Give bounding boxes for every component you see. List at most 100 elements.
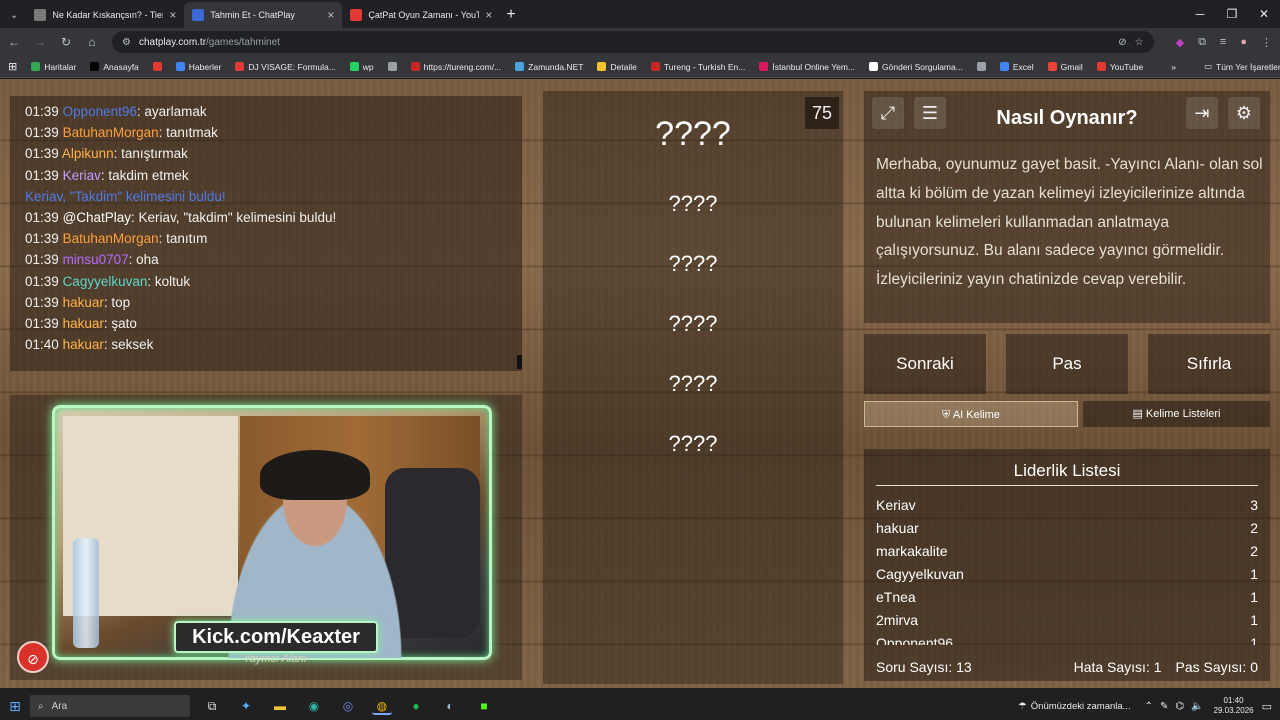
leaderboard-divider bbox=[876, 485, 1258, 486]
menu-icon[interactable]: ⋮ bbox=[1261, 36, 1272, 49]
bookmark-star-icon[interactable]: ☆ bbox=[1135, 37, 1144, 48]
bookmark-label: Haritalar bbox=[44, 61, 77, 72]
ai-word-tab[interactable]: ⛨ AI Kelime bbox=[864, 401, 1078, 427]
chat-username: BatuhanMorgan bbox=[62, 125, 159, 141]
player-score: 1 bbox=[1250, 635, 1258, 645]
word-lists-tab[interactable]: ▤ Kelime Listeleri bbox=[1083, 401, 1270, 427]
network-icon[interactable]: ⌬ bbox=[1175, 701, 1184, 712]
discord-icon[interactable]: ◎ bbox=[338, 697, 358, 715]
bookmark-favicon-icon bbox=[235, 62, 245, 71]
forward-icon[interactable]: → bbox=[34, 35, 46, 49]
close-icon[interactable]: × bbox=[327, 8, 334, 22]
sidebar-icon[interactable]: ≡ bbox=[1220, 36, 1226, 48]
forbidden-word: ???? bbox=[668, 371, 718, 396]
bookmark-item[interactable]: wp bbox=[349, 62, 374, 72]
player-name: markakalite bbox=[876, 543, 948, 559]
bookmark-item[interactable]: Excel bbox=[999, 62, 1034, 72]
url-host: chatplay.com.tr bbox=[138, 36, 207, 48]
address-bar[interactable]: ⚙ chatplay.com.tr/games/tahminet ⊘ ☆ bbox=[112, 31, 1154, 53]
bookmark-item[interactable]: Anasayfa bbox=[90, 62, 139, 72]
reload-icon[interactable]: ↻ bbox=[60, 35, 72, 49]
player-name: Opponent96 bbox=[876, 635, 954, 645]
eye-off-icon[interactable]: ⊘ bbox=[1118, 37, 1126, 48]
pen-icon[interactable]: ✎ bbox=[1160, 701, 1168, 712]
minimize-icon[interactable]: ─ bbox=[1184, 0, 1216, 28]
apps-grid-icon[interactable]: ⊞ bbox=[8, 60, 17, 73]
chat-timestamp: 01:39 bbox=[25, 146, 59, 162]
clock-time: 01:40 bbox=[1223, 696, 1244, 705]
taskbar-clock[interactable]: 01:40 29.03.2026 bbox=[1214, 696, 1254, 716]
bookmark-item[interactable] bbox=[976, 62, 986, 71]
profile-avatar-icon[interactable]: ● bbox=[1240, 36, 1247, 48]
bookmark-item[interactable]: Tureng - Turkish En... bbox=[650, 62, 745, 72]
next-button[interactable]: Sonraki bbox=[864, 334, 986, 394]
bookmark-item[interactable]: Detaile bbox=[597, 62, 637, 72]
bookmark-label: Gönderi Sorgulama... bbox=[882, 61, 963, 72]
weather-widget[interactable]: ☂ Önümüzdeki zamanla... bbox=[1018, 701, 1130, 712]
bookmark-item[interactable]: DJ VISAGE: Formula... bbox=[235, 62, 336, 72]
bookmark-item[interactable] bbox=[152, 62, 162, 71]
volume-icon[interactable]: 🔈 bbox=[1191, 701, 1203, 712]
chat-message: 01:39 @ChatPlay: Keriav, "takdim" kelime… bbox=[25, 207, 507, 228]
edge-icon[interactable]: ◉ bbox=[304, 697, 324, 715]
chat-username: @ChatPlay bbox=[62, 210, 132, 226]
close-icon[interactable]: × bbox=[485, 8, 492, 22]
maximize-icon[interactable]: ❐ bbox=[1216, 0, 1248, 28]
chat-text: : tanıştırmak bbox=[113, 146, 188, 162]
back-icon[interactable]: ← bbox=[8, 35, 20, 49]
reset-button[interactable]: Sıfırla bbox=[1148, 334, 1270, 394]
notification-icon[interactable]: ▭ bbox=[1262, 700, 1272, 713]
chat-log: 01:39 Opponent96: ayarlamak 01:39 Batuhan… bbox=[10, 96, 522, 371]
extensions-puzzle-icon[interactable]: ⧉ bbox=[1198, 36, 1206, 49]
extension-icon[interactable]: ◆ bbox=[1176, 36, 1184, 49]
bookmark-item[interactable]: YouTube bbox=[1096, 62, 1143, 72]
weather-icon: ☂ bbox=[1018, 700, 1027, 712]
tab-search-icon[interactable]: ⌄ bbox=[0, 10, 26, 28]
pass-button[interactable]: Pas bbox=[1006, 334, 1128, 394]
close-icon[interactable]: × bbox=[169, 8, 176, 22]
copilot-icon[interactable]: ✦ bbox=[236, 697, 256, 715]
taskbar-search[interactable]: ⌕ Ara bbox=[30, 695, 190, 717]
more-bookmarks-icon[interactable]: » bbox=[1171, 62, 1176, 72]
site-info-icon[interactable]: ⚙ bbox=[122, 37, 131, 48]
all-bookmarks-folder[interactable]: ▭ Tüm Yer İşaretleri bbox=[1204, 61, 1280, 72]
windows-start-icon[interactable]: ⊞ bbox=[0, 698, 30, 715]
browser-tab-1[interactable]: Tahmin Et - ChatPlay × bbox=[184, 2, 343, 28]
steam-icon[interactable]: ◐ bbox=[440, 697, 460, 715]
browser-tab-0[interactable]: Ne Kadar Kıskançsın? - Tier List × bbox=[26, 2, 184, 28]
chat-message: 01:39 hakuar: şato bbox=[25, 313, 507, 334]
bookmark-item[interactable]: Gönderi Sorgulama... bbox=[869, 62, 963, 72]
chat-username: Cagyyelkuvan bbox=[62, 273, 148, 289]
chat-scrollbar[interactable] bbox=[517, 355, 522, 369]
file-explorer-icon[interactable]: ▬ bbox=[270, 697, 290, 715]
bookmark-label: Zamunda.NET bbox=[528, 61, 584, 72]
tray-chevron-icon[interactable]: ⌃ bbox=[1145, 701, 1153, 712]
window-close-icon[interactable]: ✕ bbox=[1248, 0, 1280, 28]
bookmark-item[interactable]: Zamunda.NET bbox=[515, 62, 583, 72]
robot-icon: ⛨ bbox=[942, 409, 953, 421]
new-tab-button[interactable]: + bbox=[506, 6, 515, 28]
chat-text: : top bbox=[103, 294, 131, 310]
bookmark-favicon-icon bbox=[999, 62, 1009, 71]
bookmark-item[interactable]: Haberler bbox=[175, 62, 221, 72]
bookmark-item[interactable]: Haritalar bbox=[31, 62, 76, 72]
spotify-icon[interactable]: ● bbox=[406, 697, 426, 715]
cam-streamer-hair bbox=[260, 450, 370, 500]
bookmark-item[interactable]: Gmail bbox=[1047, 62, 1083, 72]
chrome-icon[interactable]: ◍ bbox=[372, 697, 392, 715]
browser-tab-2[interactable]: ÇatPat Oyun Zamanı - YouTube × bbox=[342, 2, 500, 28]
word-column: 75 ???? ???? ???? ???? ???? ???? bbox=[543, 91, 843, 684]
chat-username: Opponent96 bbox=[62, 104, 137, 119]
settings-gear-icon[interactable]: ⚙ bbox=[1228, 97, 1260, 129]
exit-icon[interactable]: ⇥ bbox=[1186, 97, 1218, 129]
bookmark-item[interactable]: İstanbul Online Yem... bbox=[759, 62, 855, 72]
bookmark-item[interactable]: https://tureng.com/... bbox=[410, 62, 501, 72]
chat-timestamp: 01:39 bbox=[25, 231, 59, 247]
record-stop-button[interactable]: ⊘ bbox=[17, 641, 49, 673]
task-view-icon[interactable]: ⧉ bbox=[202, 697, 222, 715]
bookmark-favicon-icon bbox=[152, 62, 162, 71]
bookmark-item[interactable] bbox=[387, 62, 397, 71]
bookmarks-bar: ⊞ Haritalar Anasayfa Haberler DJ VISAGE: Fo… bbox=[0, 56, 1280, 78]
home-icon[interactable]: ⌂ bbox=[86, 35, 98, 49]
kick-icon[interactable]: ■ bbox=[474, 697, 494, 715]
